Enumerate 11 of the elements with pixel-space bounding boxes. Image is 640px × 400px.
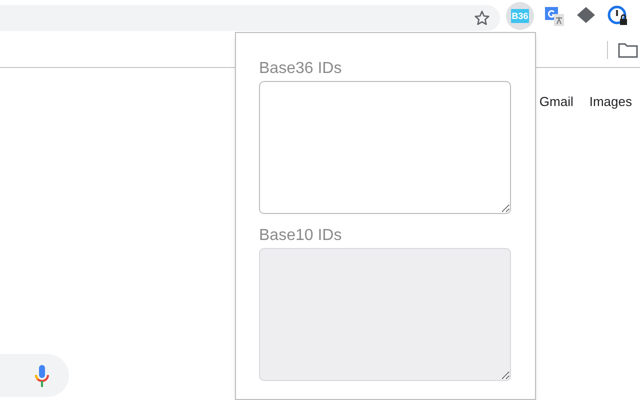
field-label: Base36 IDs (259, 59, 343, 79)
header-link[interactable]: Gmail (539, 92, 574, 112)
translate-icon[interactable] (542, 4, 566, 28)
lock-badge-icon[interactable] (606, 4, 630, 28)
star-icon[interactable] (474, 10, 490, 26)
folder-icon[interactable] (618, 42, 638, 58)
extension-badge: B36 (510, 9, 530, 23)
field-label: Base10 IDs (259, 226, 343, 246)
microphone-icon[interactable] (35, 364, 49, 388)
search-box[interactable] (0, 354, 69, 397)
header-link[interactable]: Images (589, 92, 632, 112)
